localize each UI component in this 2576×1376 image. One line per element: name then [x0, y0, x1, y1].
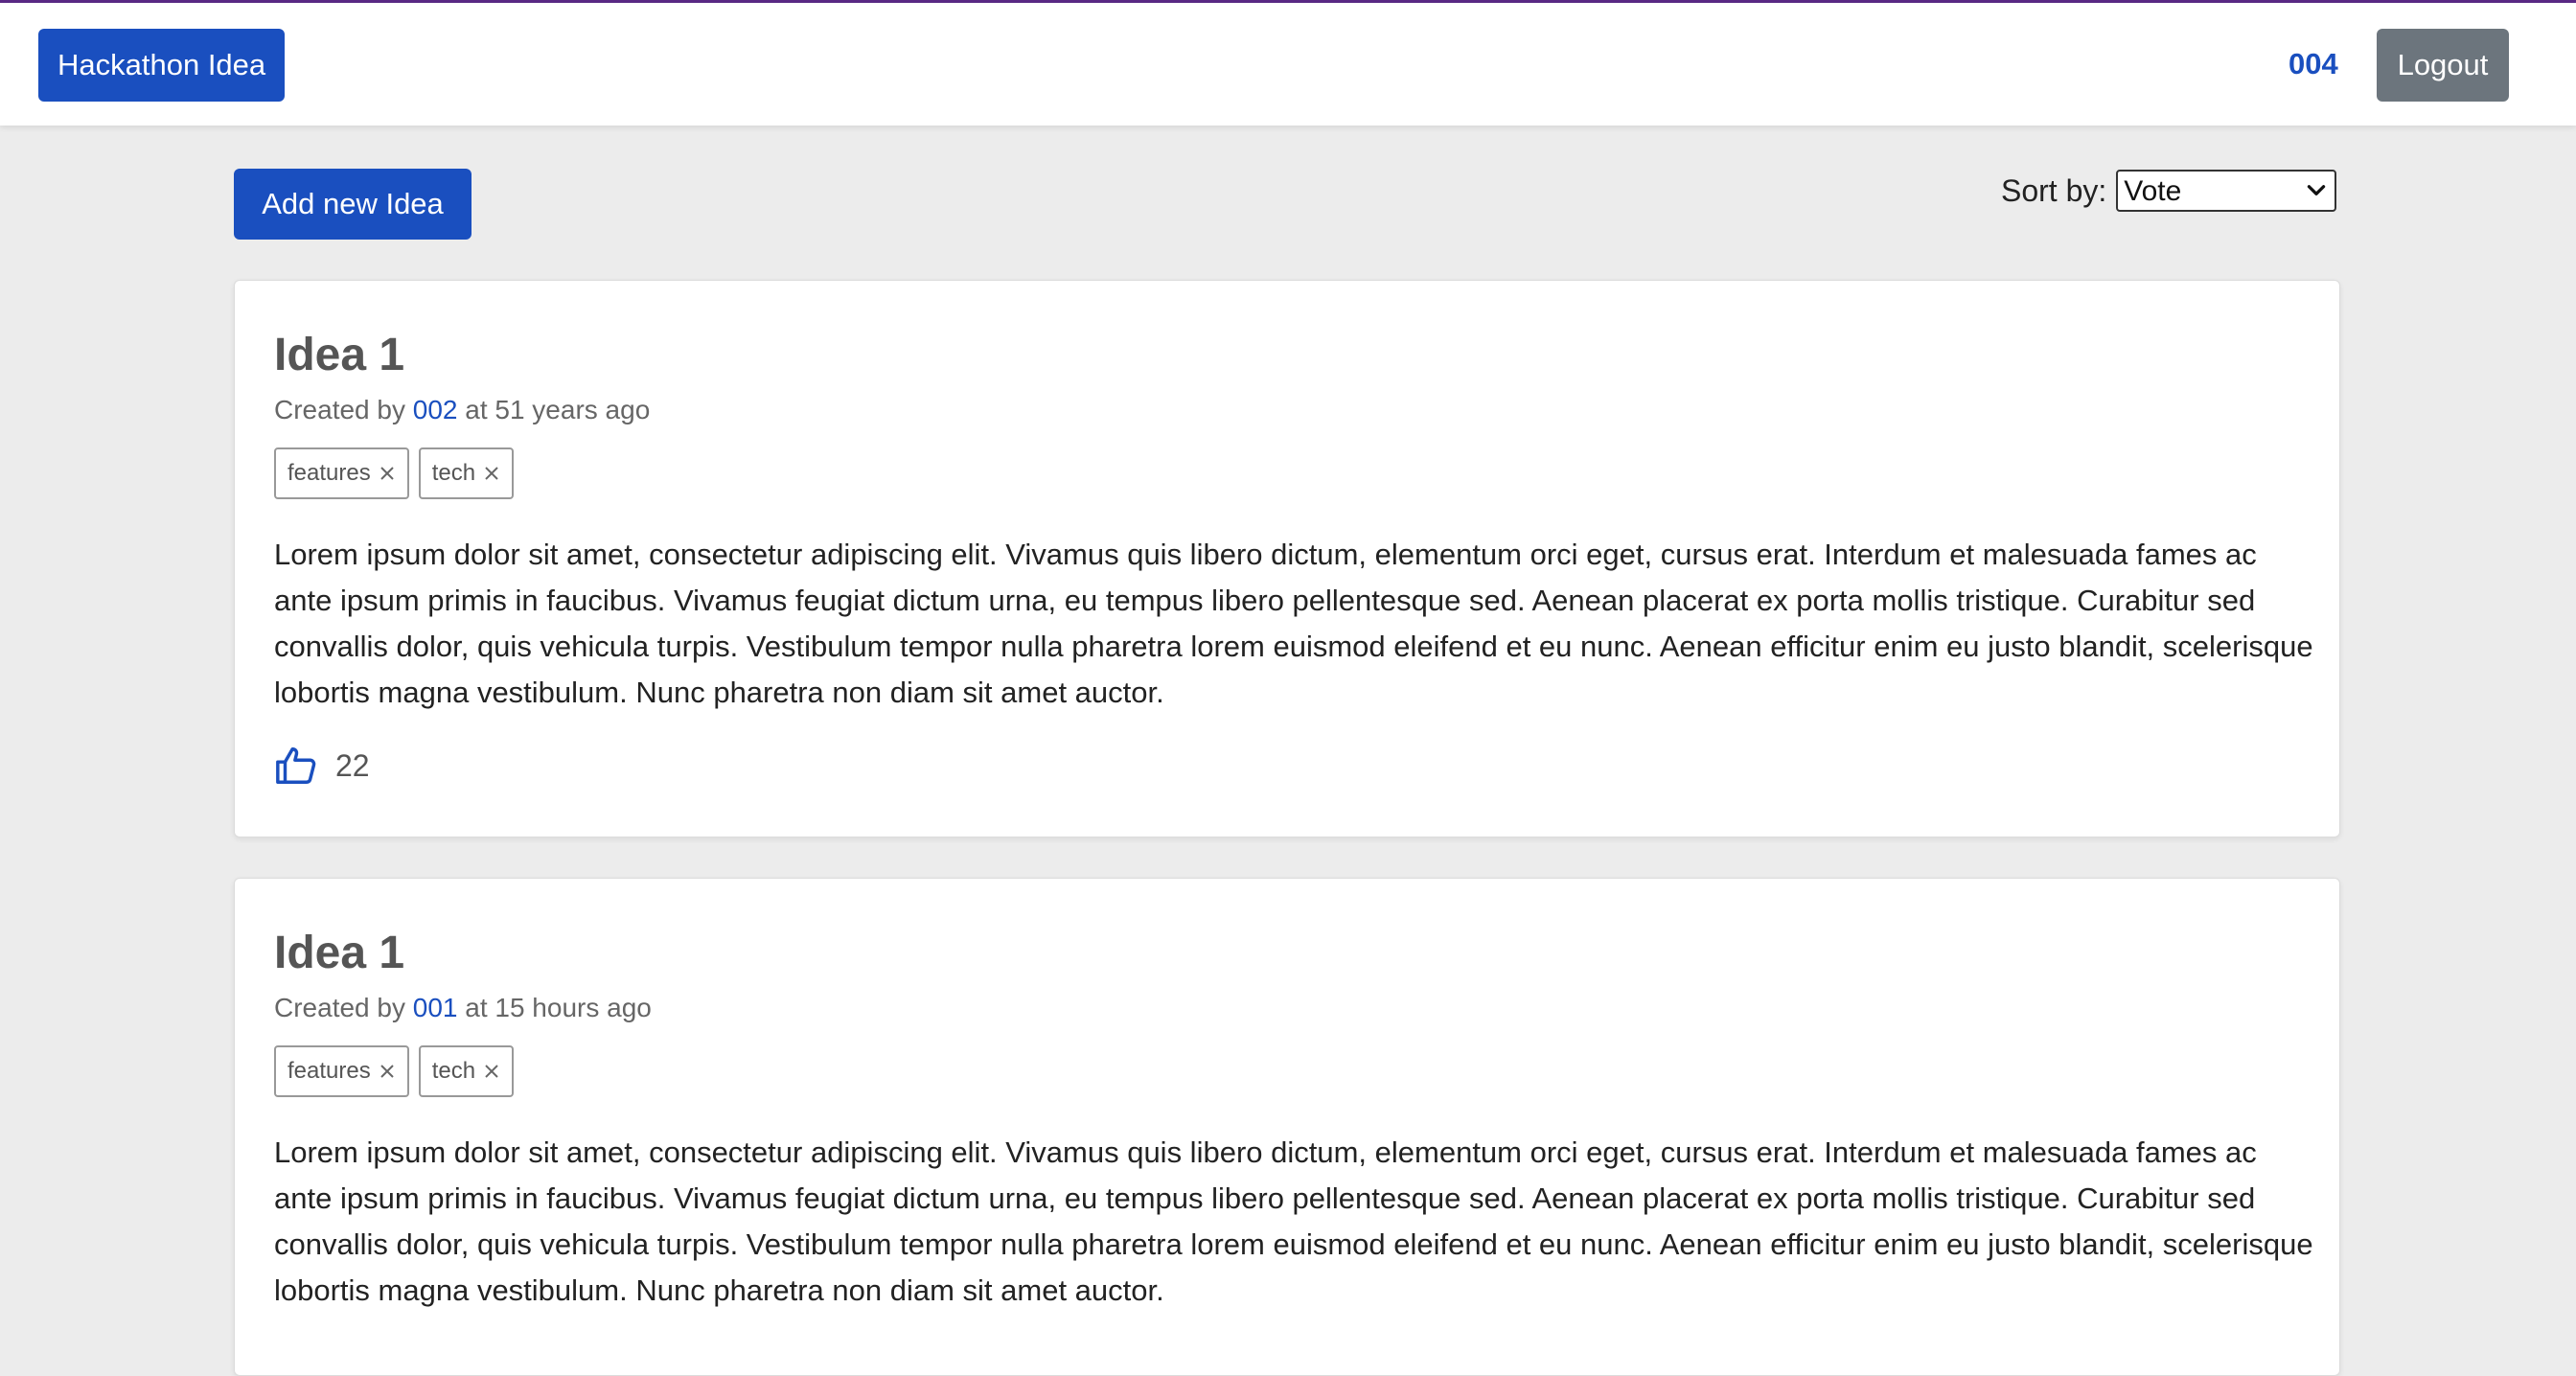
created-time: at 15 hours ago	[465, 993, 652, 1022]
add-idea-button[interactable]: Add new Idea	[234, 169, 472, 240]
created-by-prefix: Created by	[274, 993, 405, 1022]
brand-button[interactable]: Hackathon Idea	[38, 29, 286, 102]
close-icon[interactable]	[483, 465, 500, 482]
tag-chip: features	[274, 1045, 409, 1097]
idea-description: Lorem ipsum dolor sit amet, consectetur …	[274, 1135, 2313, 1307]
idea-card: Idea 1 Created by 001 at 15 hours ago fe…	[234, 878, 2340, 1376]
idea-title: Idea 1	[274, 330, 405, 380]
tag-label: features	[288, 1058, 371, 1084]
thumbs-up-icon[interactable]	[274, 743, 318, 789]
logout-button[interactable]: Logout	[2377, 29, 2509, 102]
idea-title: Idea 1	[274, 928, 405, 978]
author-link[interactable]: 001	[413, 993, 458, 1022]
idea-description: Lorem ipsum dolor sit amet, consectetur …	[274, 538, 2313, 709]
tag-label: features	[288, 460, 371, 486]
tag-chip: tech	[418, 447, 515, 499]
navbar: Hackathon Idea 004 Logout	[0, 3, 2576, 126]
sort-label: Sort by:	[2001, 172, 2107, 208]
idea-meta: Created by 002 at 51 years ago	[274, 394, 650, 426]
tag-chip: features	[274, 447, 409, 499]
vote-count: 22	[335, 747, 370, 783]
tag-chip: tech	[418, 1045, 515, 1097]
close-icon[interactable]	[483, 1063, 500, 1080]
tag-list: features tech	[274, 447, 515, 499]
idea-meta: Created by 001 at 15 hours ago	[274, 992, 652, 1024]
sort-select[interactable]: Vote	[2116, 170, 2337, 212]
created-time: at 51 years ago	[465, 395, 651, 424]
tag-list: features tech	[274, 1045, 515, 1097]
current-user-link[interactable]: 004	[2288, 47, 2338, 81]
author-link[interactable]: 002	[413, 395, 458, 424]
tag-label: tech	[431, 460, 476, 486]
vote-row: 22	[274, 743, 370, 789]
close-icon[interactable]	[379, 1063, 396, 1080]
sort-select-wrapper: Vote	[2116, 170, 2337, 212]
close-icon[interactable]	[379, 465, 396, 482]
idea-card: Idea 1 Created by 002 at 51 years ago fe…	[234, 280, 2340, 837]
tag-label: tech	[431, 1058, 476, 1084]
sort-control: Sort by: Vote	[2001, 169, 2337, 213]
created-by-prefix: Created by	[274, 395, 405, 424]
